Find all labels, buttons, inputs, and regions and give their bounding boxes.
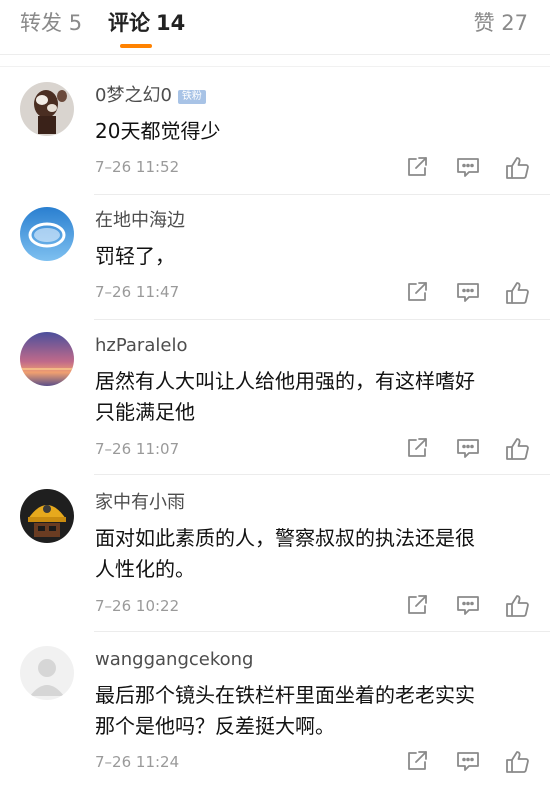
comment-text: 面对如此素质的人，警察叔叔的执法还是很 人性化的。 [95, 523, 535, 585]
share-icon[interactable] [404, 748, 432, 776]
thumbs-up-icon[interactable] [503, 435, 531, 463]
share-icon[interactable] [404, 279, 432, 307]
avatar[interactable] [20, 489, 74, 543]
avatar[interactable] [20, 207, 74, 261]
comment-text-line: 只能满足他 [95, 400, 195, 424]
comment-item: 在地中海边 罚轻了， 7–26 11:47 [0, 195, 550, 320]
tab-comments-count: 14 [156, 11, 186, 35]
comment-username[interactable]: wanggangcekong [95, 648, 253, 672]
share-icon[interactable] [404, 435, 432, 463]
tab-comments[interactable]: 评论 14 [108, 9, 185, 37]
comment-text: 最后那个镜头在铁栏杆里面坐着的老老实实 那个是他吗？反差挺大啊。 [95, 680, 535, 742]
tab-repost-count: 5 [68, 11, 83, 35]
divider [0, 66, 550, 67]
tab-like-count: 27 [501, 11, 528, 35]
comment-text-line: 那个是他吗？反差挺大啊。 [95, 714, 335, 738]
comment-username[interactable]: 在地中海边 [95, 209, 185, 233]
divider [94, 631, 550, 632]
comment-actions [404, 592, 544, 620]
comment-text-line: 最后那个镜头在铁栏杆里面坐着的老老实实 [95, 683, 475, 707]
share-icon[interactable] [404, 154, 432, 182]
username-text: 0梦之幻0 [95, 85, 172, 106]
avatar[interactable] [20, 82, 74, 136]
avatar[interactable] [20, 646, 74, 700]
comment-text-line: 居然有人大叫让人给他用强的，有这样嗜好 [95, 369, 475, 393]
comment-item: 0梦之幻0 铁粉 20天都觉得少 7–26 11:52 [0, 70, 550, 195]
comment-icon[interactable] [454, 154, 482, 182]
comment-actions [404, 154, 544, 182]
comment-text: 罚轻了， [95, 244, 175, 268]
comment-username[interactable]: hzParalelo [95, 334, 187, 358]
thumbs-up-icon[interactable] [503, 592, 531, 620]
comment-icon[interactable] [454, 748, 482, 776]
tab-bar: 转发 5 评论 14 赞 27 [0, 0, 550, 55]
comment-item: 家中有小雨 面对如此素质的人，警察叔叔的执法还是很 人性化的。 7–26 10:… [0, 477, 550, 632]
comment-icon[interactable] [454, 592, 482, 620]
comment-time: 7–26 10:22 [95, 597, 180, 615]
comment-actions [404, 748, 544, 776]
comment-text: 居然有人大叫让人给他用强的，有这样嗜好 只能满足他 [95, 366, 535, 428]
comment-username[interactable]: 家中有小雨 [95, 491, 185, 515]
comment-text-line: 人性化的。 [95, 557, 195, 581]
tab-repost[interactable]: 转发 5 [20, 9, 82, 37]
comment-time: 7–26 11:24 [95, 753, 180, 771]
fan-badge: 铁粉 [177, 90, 206, 104]
comment-icon[interactable] [454, 435, 482, 463]
active-tab-indicator [120, 44, 152, 48]
tab-repost-label: 转发 [20, 11, 62, 35]
thumbs-up-icon[interactable] [503, 279, 531, 307]
comment-actions [404, 279, 544, 307]
avatar[interactable] [20, 332, 74, 386]
tab-comments-label: 评论 [108, 11, 150, 35]
comment-item: wanggangcekong 最后那个镜头在铁栏杆里面坐着的老老实实 那个是他吗… [0, 634, 550, 787]
tab-like-label: 赞 [473, 11, 495, 35]
comment-actions [404, 435, 544, 463]
thumbs-up-icon[interactable] [503, 748, 531, 776]
comment-username[interactable]: 0梦之幻0 铁粉 [95, 84, 206, 108]
comment-text: 20天都觉得少 [95, 119, 221, 143]
divider [94, 474, 550, 475]
comment-icon[interactable] [454, 279, 482, 307]
thumbs-up-icon[interactable] [503, 154, 531, 182]
share-icon[interactable] [404, 592, 432, 620]
comment-item: hzParalelo 居然有人大叫让人给他用强的，有这样嗜好 只能满足他 7–2… [0, 320, 550, 475]
comment-time: 7–26 11:47 [95, 283, 180, 301]
tab-like[interactable]: 赞 27 [474, 9, 528, 37]
comment-text-line: 面对如此素质的人，警察叔叔的执法还是很 [95, 526, 475, 550]
comment-time: 7–26 11:52 [95, 158, 180, 176]
comment-time: 7–26 11:07 [95, 440, 180, 458]
